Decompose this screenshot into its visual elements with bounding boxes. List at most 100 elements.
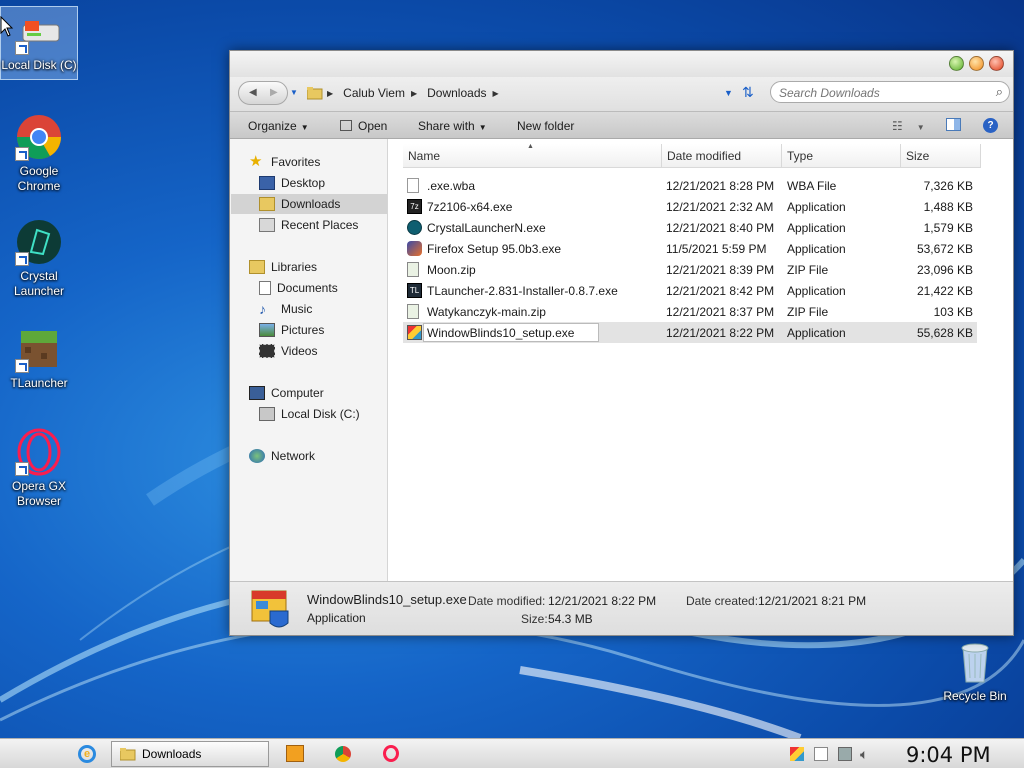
file-size: 103 KB [933, 305, 973, 319]
file-type: Application [787, 221, 846, 235]
media-player-icon[interactable] [286, 745, 304, 762]
share-with-button[interactable]: Share with ▼ [418, 119, 487, 133]
nav-label: Network [271, 449, 316, 463]
file-size: 55,628 KB [916, 326, 973, 340]
navigation-pane: ★ Favorites Desktop Downloads Recent Plac… [230, 139, 388, 581]
column-header-date-modified[interactable]: Date modified [662, 144, 782, 168]
chrome-icon[interactable] [335, 746, 351, 762]
details-filetype: Application [307, 611, 366, 625]
open-button[interactable]: Open [340, 119, 387, 133]
recent-pages-dropdown-icon[interactable]: ▼ [290, 88, 298, 97]
share-with-label: Share with [418, 119, 475, 133]
desktop-icon-label: Recycle Bin [943, 689, 1007, 703]
pictures-icon [259, 323, 275, 337]
file-row[interactable]: Firefox Setup 95.0b3.exe 11/5/2021 5:59 … [403, 238, 977, 259]
file-row-selected[interactable]: WindowBlinds10_setup.exe 12/21/2021 8:22… [403, 322, 977, 343]
address-dropdown-icon[interactable]: ▼ [724, 88, 733, 98]
desktop-icon-crystal-launcher[interactable]: Crystal Launcher [0, 218, 78, 299]
breadcrumb-separator-icon[interactable]: ▶ [411, 89, 417, 98]
computer-icon [249, 386, 265, 400]
volume-speaker-icon[interactable]: 🔈︎ [860, 747, 874, 761]
7zip-icon: 7z [407, 199, 422, 214]
desktop-icon-label: Google Chrome [17, 164, 61, 193]
windowblinds-tray-icon[interactable] [790, 747, 804, 761]
nav-recent-places[interactable]: Recent Places [259, 215, 358, 235]
column-header-size[interactable]: Size [901, 144, 981, 168]
new-folder-button[interactable]: New folder [517, 119, 574, 133]
search-box[interactable]: ⌕ [770, 81, 1010, 103]
address-bar[interactable]: ▶ Calub Viem ▶ Downloads ▶ [307, 82, 777, 104]
folder-icon [120, 748, 136, 761]
nav-favorites[interactable]: ★ Favorites [249, 152, 320, 172]
search-input[interactable] [779, 85, 979, 100]
desktop-icon-label: TLauncher [10, 376, 68, 390]
nav-desktop[interactable]: Desktop [259, 173, 325, 193]
opera-icon[interactable] [383, 745, 399, 762]
help-icon: ? [983, 118, 998, 133]
nav-videos[interactable]: Videos [259, 341, 317, 361]
breadcrumb-separator-icon[interactable]: ▶ [493, 89, 499, 98]
refresh-icon[interactable]: ⇅ [742, 84, 754, 101]
file-type: Application [787, 200, 846, 214]
taskbar-clock[interactable]: 9:04 PM [906, 743, 991, 767]
taskbar-button-label: Downloads [142, 747, 202, 761]
breadcrumb-separator-icon[interactable]: ▶ [327, 89, 333, 98]
desktop-icon-recycle-bin[interactable]: Recycle Bin [936, 638, 1014, 704]
help-button[interactable]: ? [983, 117, 998, 133]
nav-label: Local Disk (C:) [281, 407, 360, 421]
network-status-icon[interactable] [838, 747, 852, 761]
file-row[interactable]: CrystalLauncherN.exe 12/21/2021 8:40 PM … [403, 217, 977, 238]
internet-explorer-icon[interactable]: e [78, 745, 96, 763]
file-name-rename-field[interactable]: WindowBlinds10_setup.exe [423, 323, 600, 342]
taskbar-button-downloads[interactable]: Downloads [111, 741, 269, 767]
command-bar: Organize ▼ Open Share with ▼ New folder ☷ ▼… [230, 111, 1013, 139]
back-arrow-icon[interactable]: ◀ [249, 87, 257, 98]
preview-pane-button[interactable] [946, 118, 961, 134]
desktop-icon-google-chrome[interactable]: Google Chrome [0, 113, 78, 194]
close-button[interactable] [989, 56, 1004, 71]
maximize-button[interactable] [969, 56, 984, 71]
nav-network[interactable]: Network [249, 446, 315, 466]
grass-block-icon [15, 325, 63, 373]
action-center-flag-icon[interactable] [814, 747, 828, 761]
shortcut-arrow-icon [15, 462, 29, 476]
search-icon[interactable]: ⌕ [996, 84, 1003, 100]
desktop-icon-label: Opera GX Browser [11, 479, 67, 508]
nav-computer[interactable]: Computer [249, 383, 324, 403]
details-label: Date created: [686, 594, 759, 608]
nav-label: Recent Places [281, 218, 359, 232]
desktop-icon-opera-gx[interactable]: Opera GX Browser [0, 428, 78, 509]
file-row[interactable]: TL TLauncher-2.831-Installer-0.8.7.exe 1… [403, 280, 977, 301]
nav-libraries[interactable]: Libraries [249, 257, 317, 277]
column-header-type[interactable]: Type [782, 144, 901, 168]
crystal-launcher-icon [15, 218, 63, 266]
nav-music[interactable]: ♪ Music [259, 299, 312, 319]
breadcrumb-item[interactable]: Calub Viem [343, 86, 405, 100]
file-name: CrystalLauncherN.exe [427, 221, 546, 235]
breadcrumb-item[interactable]: Downloads [427, 86, 486, 100]
file-row[interactable]: 7z 7z2106-x64.exe 12/21/2021 2:32 AM App… [403, 196, 977, 217]
nav-local-disk[interactable]: Local Disk (C:) [259, 404, 360, 424]
nav-documents[interactable]: Documents [259, 278, 338, 298]
desktop-icon-tlauncher[interactable]: TLauncher [0, 325, 78, 391]
details-label: Size: [521, 612, 548, 626]
hard-drive-icon [259, 407, 275, 421]
taskbar: e Downloads 🔈︎ 9:04 PM [0, 738, 1024, 768]
shortcut-arrow-icon [15, 147, 29, 161]
chevron-down-icon: ▼ [478, 123, 487, 132]
nav-pictures[interactable]: Pictures [259, 320, 324, 340]
forward-arrow-icon[interactable]: ▶ [270, 87, 278, 98]
firefox-icon [407, 241, 422, 256]
sort-ascending-icon: ▲ [527, 143, 534, 150]
nav-downloads[interactable]: Downloads [231, 194, 387, 214]
file-row[interactable]: .exe.wba 12/21/2021 8:28 PM WBA File 7,3… [403, 175, 977, 196]
file-row[interactable]: Moon.zip 12/21/2021 8:39 PM ZIP File 23,… [403, 259, 977, 280]
zip-file-icon [407, 304, 419, 319]
file-row[interactable]: Watykanczyk-main.zip 12/21/2021 8:37 PM … [403, 301, 977, 322]
minimize-button[interactable] [949, 56, 964, 71]
column-header-name[interactable]: Name ▲ [403, 143, 662, 168]
view-options-button[interactable]: ☷ ▼ [892, 119, 925, 133]
title-bar[interactable] [230, 51, 1013, 77]
nav-label: Favorites [271, 155, 321, 169]
organize-button[interactable]: Organize ▼ [248, 119, 309, 133]
